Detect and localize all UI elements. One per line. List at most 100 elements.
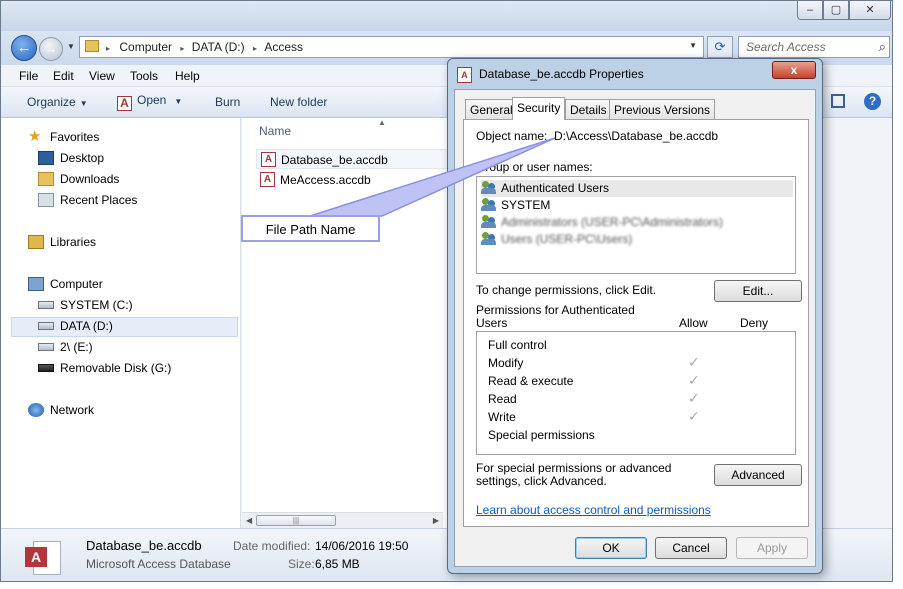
user-group-icon [481, 215, 497, 229]
forward-button[interactable]: → [39, 37, 63, 61]
menu-tools[interactable]: Tools [130, 69, 158, 83]
check-icon: ✓ [688, 372, 700, 388]
open-button[interactable]: A Open ▼ [117, 93, 182, 111]
permission-name: Full control [488, 338, 547, 352]
group-list: Authenticated Users SYSTEM Administrator… [476, 176, 796, 274]
check-icon: ✓ [688, 408, 700, 424]
help-icon[interactable]: ? [864, 93, 881, 110]
special-permissions-hint: For special permissions or advanced sett… [476, 461, 672, 488]
sidebar-item-label: Computer [50, 277, 103, 291]
removable-disk-icon [38, 364, 54, 372]
explorer-titlebar: – ▢ ✕ [1, 1, 892, 31]
tab-security[interactable]: Security [512, 97, 566, 120]
file-item[interactable]: A Database_be.accdb [256, 149, 452, 169]
libraries-icon [28, 235, 44, 249]
forward-arrow-icon: → [44, 41, 58, 56]
folder-icon [85, 40, 99, 52]
permission-name: Special permissions [488, 428, 595, 442]
access-file-icon: A [457, 67, 472, 83]
allow-column-header: Allow [679, 316, 708, 330]
sidebar-item-label: Libraries [50, 235, 97, 249]
search-icon[interactable]: ⌕ [879, 39, 886, 55]
list-item[interactable]: Users (USER-PC\Users) [481, 231, 793, 248]
scroll-thumb[interactable]: ||| [256, 515, 336, 526]
scroll-right-icon[interactable]: ▶ [433, 516, 439, 525]
recent-pages-dropdown[interactable]: ▼ [67, 42, 75, 51]
date-modified-value: 14/06/2016 19:50 [315, 539, 409, 553]
maximize-button[interactable]: ▢ [823, 1, 849, 20]
user-group-icon [481, 198, 497, 212]
dialog-title: Database_be.accdb Properties [479, 67, 644, 81]
list-item[interactable]: Authenticated Users [481, 180, 793, 197]
new-folder-button[interactable]: New folder [270, 95, 327, 109]
star-icon: ★ [28, 128, 42, 145]
permission-row: Read ✓ [488, 390, 788, 410]
object-name-label: Object name: [476, 129, 548, 143]
preview-pane-icon[interactable] [831, 94, 845, 108]
scroll-left-icon[interactable]: ◀ [246, 516, 252, 525]
file-name: Database_be.accdb [281, 153, 388, 167]
breadcrumb-access[interactable]: Access [264, 40, 303, 54]
sidebar-item-label: Downloads [60, 172, 120, 186]
menu-edit[interactable]: Edit [53, 69, 74, 83]
sidebar-item-label: Desktop [60, 151, 105, 165]
apply-button[interactable]: Apply [736, 537, 808, 559]
back-button[interactable]: ← [11, 35, 37, 61]
permission-row: Special permissions [488, 428, 788, 446]
dialog-close-button[interactable]: x [772, 61, 816, 79]
computer-icon [28, 277, 44, 291]
menu-file[interactable]: File [19, 69, 38, 83]
minimize-button[interactable]: – [797, 1, 823, 20]
properties-dialog: A Database_be.accdb Properties x General… [447, 58, 823, 574]
sidebar-item-label: Removable Disk (G:) [60, 361, 172, 375]
refresh-button[interactable]: ⟳ [707, 36, 733, 58]
open-label: Open [137, 93, 167, 107]
learn-access-control-link[interactable]: Learn about access control and permissio… [476, 503, 711, 517]
breadcrumb-separator: ▸ [106, 44, 111, 53]
refresh-icon: ⟳ [714, 39, 726, 54]
desktop-icon [38, 151, 54, 165]
close-button[interactable]: ✕ [849, 1, 891, 20]
group-name: Users (USER-PC\Users) [501, 232, 633, 246]
sidebar-item-label: Recent Places [60, 193, 138, 207]
address-bar[interactable]: ▸ Computer ▸ DATA (D:) ▸ Access ▼ [79, 36, 704, 58]
column-header-name[interactable]: Name [259, 124, 291, 138]
dialog-body: General Security Details Previous Versio… [454, 89, 816, 567]
edit-button[interactable]: Edit... [714, 280, 802, 302]
chevron-down-icon: ▼ [79, 99, 88, 108]
advanced-button[interactable]: Advanced [714, 464, 802, 486]
navigation-pane: ★ Favorites Desktop Downloads Recent Plac… [1, 118, 241, 528]
burn-button[interactable]: Burn [215, 95, 240, 109]
downloads-folder-icon [38, 172, 54, 186]
sidebar-item-label: SYSTEM (C:) [60, 298, 133, 312]
organize-button[interactable]: Organize ▼ [27, 95, 88, 109]
list-item[interactable]: SYSTEM [481, 197, 793, 214]
search-input[interactable]: Search Access ⌕ [738, 36, 890, 58]
tab-previous-versions[interactable]: Previous Versions [609, 99, 716, 119]
permissions-list: Full control Modify ✓ Read & execute ✓ Rea… [476, 331, 796, 455]
details-file-name: Database_be.accdb [86, 538, 202, 553]
annotation-callout: File Path Name [241, 215, 380, 242]
breadcrumb-computer[interactable]: Computer [119, 40, 172, 54]
list-item[interactable]: Administrators (USER-PC\Administrators) [481, 214, 793, 231]
user-group-icon [481, 181, 497, 195]
menu-view[interactable]: View [89, 69, 115, 83]
permissions-for-label: Permissions for Authenticated Users [476, 303, 635, 330]
group-name: Administrators (USER-PC\Administrators) [501, 215, 724, 229]
address-dropdown-icon[interactable]: ▼ [689, 41, 697, 50]
tab-details[interactable]: Details [565, 99, 612, 119]
breadcrumb-data-drive[interactable]: DATA (D:) [192, 40, 245, 54]
menu-help[interactable]: Help [175, 69, 200, 83]
check-icon: ✓ [688, 390, 700, 406]
breadcrumb-separator: ▸ [252, 44, 257, 53]
tab-general[interactable]: General [465, 99, 518, 119]
file-name: MeAccess.accdb [280, 173, 371, 187]
drive-icon [38, 343, 54, 351]
search-placeholder: Search Access [746, 40, 826, 54]
check-icon: ✓ [688, 354, 700, 370]
permission-row: Full control [488, 338, 788, 356]
ok-button[interactable]: OK [575, 537, 647, 559]
annotation-label: File Path Name [265, 222, 356, 237]
horizontal-scrollbar[interactable]: ◀ ||| ▶ [242, 512, 443, 528]
cancel-button[interactable]: Cancel [655, 537, 727, 559]
